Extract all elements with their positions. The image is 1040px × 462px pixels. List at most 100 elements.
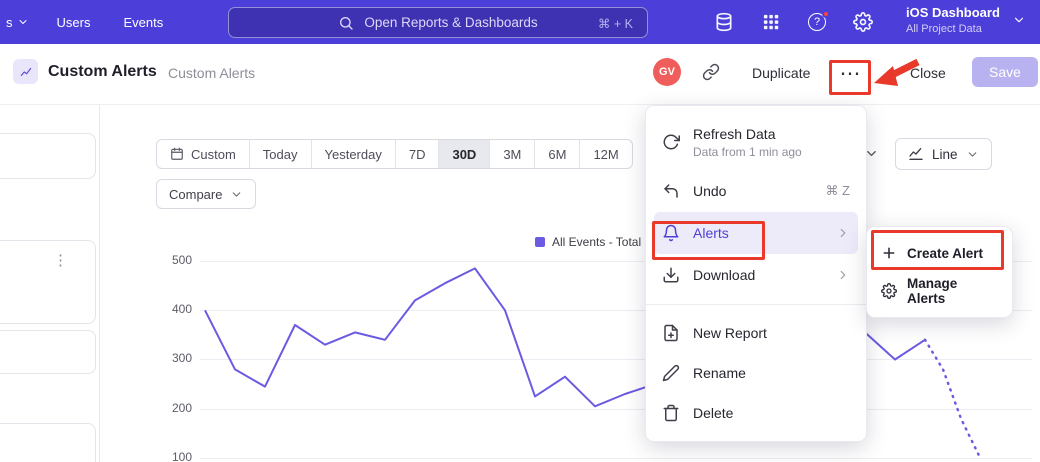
nav-item-label: s <box>6 15 13 30</box>
gear-icon <box>853 12 873 32</box>
date-range-button[interactable]: 30D <box>439 140 490 168</box>
download-icon <box>662 266 680 284</box>
chevron-down-icon <box>966 148 979 161</box>
menu-item-label: Rename <box>693 365 746 381</box>
duplicate-button[interactable]: Duplicate <box>752 65 810 81</box>
date-range-button[interactable]: Today <box>250 140 312 168</box>
menu-item-shortcut: ⌘ Z <box>825 183 850 199</box>
search-icon <box>338 15 354 31</box>
date-range-label: Yesterday <box>325 147 382 162</box>
nav-item-events[interactable]: Events <box>123 15 163 30</box>
date-range-button[interactable]: 6M <box>535 140 580 168</box>
submenu-item-label: Create Alert <box>907 246 983 261</box>
menu-item-sublabel: Data from 1 min ago <box>693 145 802 159</box>
help-button[interactable]: ? <box>808 13 826 31</box>
report-header: Custom Alerts Custom Alerts GV Duplicate… <box>0 44 1040 105</box>
left-sidebar: ⋮ <box>0 105 100 462</box>
apps-button[interactable] <box>761 12 781 32</box>
trash-icon <box>662 404 680 422</box>
menu-item-undo[interactable]: Undo ⌘ Z <box>646 170 866 212</box>
search-shortcut: ⌘ + K <box>598 16 633 31</box>
sidebar-card[interactable] <box>0 330 96 374</box>
database-icon <box>714 12 734 32</box>
menu-item-label: New Report <box>693 325 767 341</box>
chart-type-label: Line <box>932 147 958 162</box>
chevron-right-icon <box>836 226 850 240</box>
submenu-item-manage-alerts[interactable]: Manage Alerts <box>867 272 1012 310</box>
chevron-down-icon <box>230 188 243 201</box>
global-search[interactable]: Open Reports & Dashboards ⌘ + K <box>228 7 648 38</box>
help-icon: ? <box>814 16 820 28</box>
bell-icon <box>662 224 680 242</box>
context-menu: Refresh Data Data from 1 min ago Undo ⌘ … <box>645 105 867 442</box>
nav-item-users[interactable]: Users <box>57 15 91 30</box>
menu-item-text: Refresh Data Data from 1 min ago <box>693 126 802 159</box>
date-range-button[interactable]: 12M <box>580 140 631 168</box>
top-navbar: s Users Events Open Reports & Dashboards… <box>0 0 1040 44</box>
menu-item-new-report[interactable]: New Report <box>646 313 866 353</box>
apps-grid-icon <box>761 12 781 32</box>
submenu-item-create-alert[interactable]: Create Alert <box>867 234 1012 272</box>
project-selector[interactable]: iOS Dashboard All Project Data <box>906 5 1026 35</box>
alerts-submenu: Create Alert Manage Alerts <box>866 226 1013 318</box>
date-range-button[interactable]: Yesterday <box>312 140 396 168</box>
menu-item-label: Undo <box>693 183 726 199</box>
legend-label: All Events - Total <box>552 235 641 249</box>
calendar-icon <box>170 147 184 161</box>
menu-item-refresh-data[interactable]: Refresh Data Data from 1 min ago <box>646 114 866 170</box>
menu-item-download[interactable]: Download <box>646 254 866 296</box>
nav-item-boards[interactable]: s <box>6 15 29 30</box>
menu-item-delete[interactable]: Delete <box>646 393 866 433</box>
menu-item-label: Delete <box>693 405 733 421</box>
chevron-down-icon <box>1012 13 1026 27</box>
date-range-button[interactable]: Custom <box>157 140 250 168</box>
sidebar-card[interactable] <box>0 133 96 179</box>
save-button[interactable]: Save <box>972 57 1038 87</box>
nav-item-label: Users <box>57 15 91 30</box>
gear-icon <box>881 283 897 299</box>
menu-item-rename[interactable]: Rename <box>646 353 866 393</box>
report-type-icon <box>13 59 38 84</box>
copy-link-button[interactable] <box>702 63 720 86</box>
project-subtitle: All Project Data <box>906 23 1000 35</box>
date-range-control: Custom Today Yesterday 7D 30D 3M 6M 12M <box>156 139 633 169</box>
link-icon <box>702 63 720 81</box>
chevron-right-icon <box>836 268 850 282</box>
refresh-icon <box>662 133 680 151</box>
chart-line-projection <box>925 340 979 456</box>
chart-legend[interactable]: All Events - Total <box>535 235 641 249</box>
date-range-label: 7D <box>409 147 426 162</box>
kebab-menu-icon[interactable]: ⋮ <box>53 251 68 269</box>
close-button[interactable]: Close <box>910 65 946 81</box>
date-range-label: Today <box>263 147 298 162</box>
date-range-label: Custom <box>191 147 236 162</box>
compare-button[interactable]: Compare <box>156 179 256 209</box>
date-range-label: 3M <box>503 147 521 162</box>
page-title: Custom Alerts <box>48 63 157 81</box>
line-chart-icon <box>908 146 924 162</box>
date-range-label: 6M <box>548 147 566 162</box>
date-range-label: 30D <box>452 147 476 162</box>
plus-icon <box>881 245 897 261</box>
nav-icons-group: ? <box>714 0 873 44</box>
sidebar-card[interactable]: ⋮ <box>0 240 96 324</box>
avatar[interactable]: GV <box>653 58 681 86</box>
more-options-button[interactable]: ⋯ <box>835 59 865 87</box>
sidebar-card[interactable] <box>0 423 96 462</box>
menu-item-alerts[interactable]: Alerts <box>654 212 858 254</box>
date-range-button[interactable]: 3M <box>490 140 535 168</box>
project-text: iOS Dashboard All Project Data <box>906 5 1000 35</box>
settings-button[interactable] <box>853 12 873 32</box>
chart-type-dropdown[interactable]: Line <box>895 138 992 170</box>
menu-item-label: Alerts <box>693 225 729 241</box>
chart-icon <box>19 65 33 79</box>
new-report-icon <box>662 324 680 342</box>
date-range-button[interactable]: 7D <box>396 140 440 168</box>
undo-icon <box>662 182 680 200</box>
project-title: iOS Dashboard <box>906 5 1000 20</box>
breadcrumb[interactable]: Custom Alerts <box>168 65 255 81</box>
date-range-label: 12M <box>593 147 618 162</box>
pencil-icon <box>662 364 680 382</box>
data-management-button[interactable] <box>714 12 734 32</box>
nav-left-group: s Users Events <box>0 15 163 30</box>
